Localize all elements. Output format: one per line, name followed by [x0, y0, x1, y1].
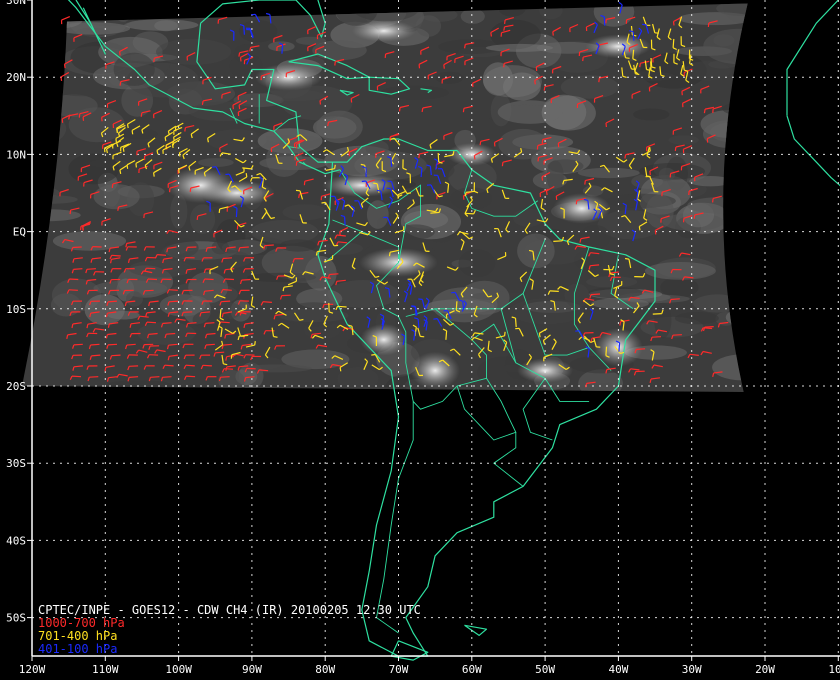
- lat-label: EQ: [13, 226, 26, 239]
- lon-label: 30W: [682, 663, 702, 676]
- satellite-wind-map: 30N 20N 10N EQ 10S 20S 30S 40S 50S 120W 110W 100W 90…: [0, 0, 840, 680]
- lon-label: 60W: [462, 663, 482, 676]
- lat-label: 30N: [6, 0, 26, 7]
- lon-label: 50W: [535, 663, 555, 676]
- lat-label: 30S: [6, 457, 26, 470]
- lon-label: 40W: [608, 663, 628, 676]
- lon-label: 90W: [242, 663, 262, 676]
- lon-label: 110W: [92, 663, 119, 676]
- satellite-image: [22, 3, 748, 392]
- lon-label: 20W: [755, 663, 775, 676]
- lat-label: 40S: [6, 534, 26, 547]
- lon-label: 80W: [315, 663, 335, 676]
- lon-label: 70W: [389, 663, 409, 676]
- lon-label: 10W: [828, 663, 840, 676]
- lat-label: 10S: [6, 303, 26, 316]
- lat-label: 50S: [6, 612, 26, 625]
- caption-block: CPTEC/INPE - GOES12 - CDW CH4 (IR) 20100…: [38, 604, 421, 656]
- lat-label: 20S: [6, 380, 26, 393]
- lat-label: 10N: [6, 148, 26, 161]
- legend-high-level: 401-100 hPa: [38, 642, 118, 656]
- lat-label: 20N: [6, 71, 26, 84]
- lon-label: 100W: [165, 663, 192, 676]
- lon-label: 120W: [19, 663, 46, 676]
